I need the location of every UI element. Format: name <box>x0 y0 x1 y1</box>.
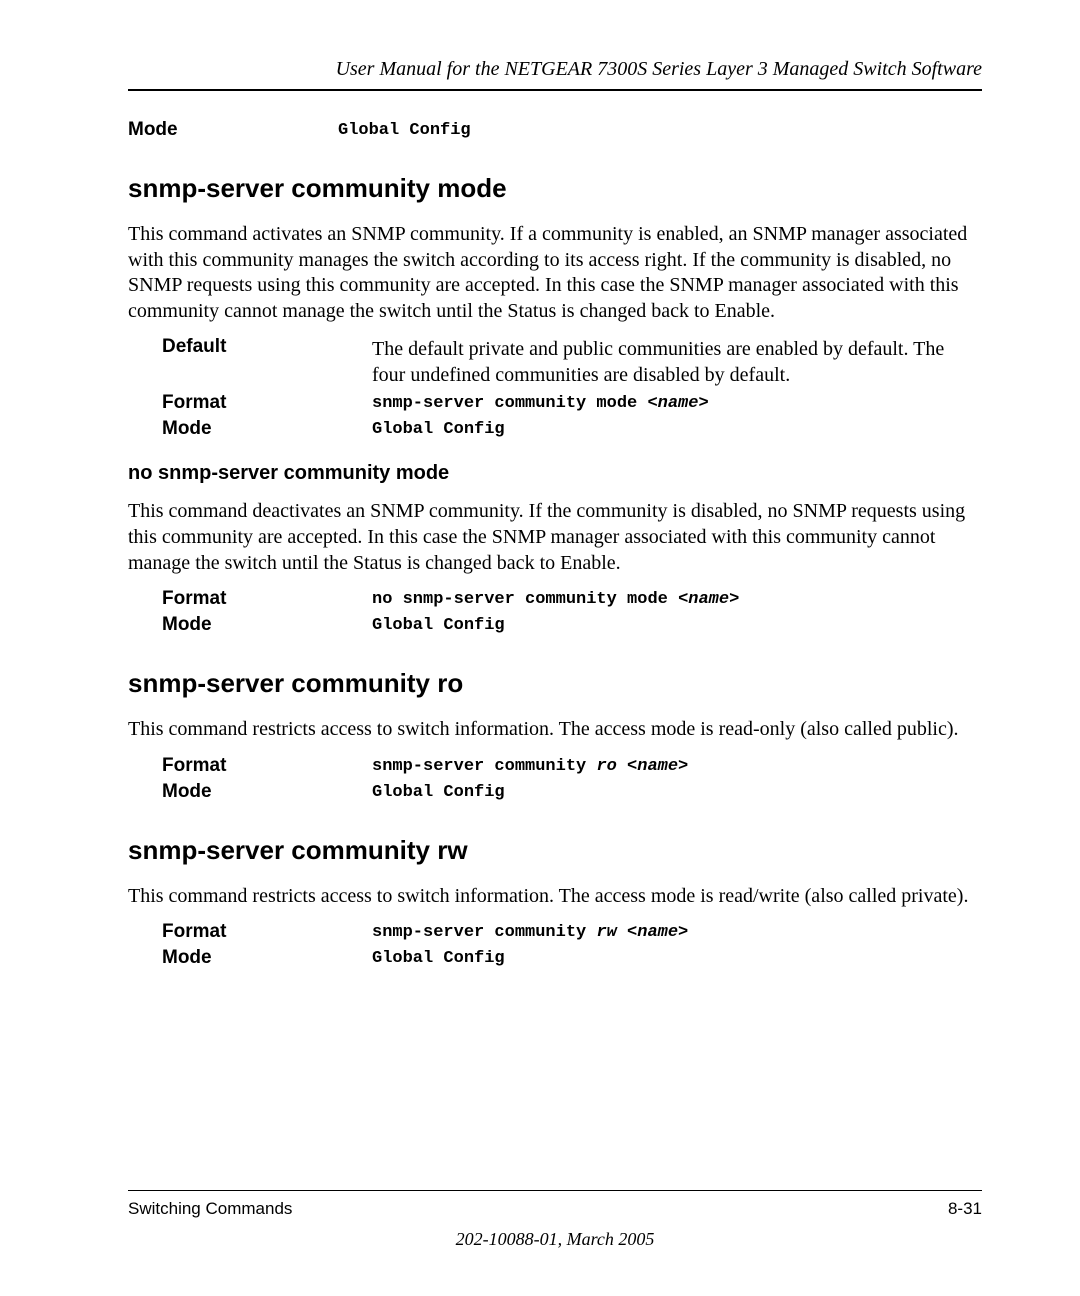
param-label-default: Default <box>162 336 372 388</box>
page-footer: Switching Commands 8-31 202-10088-01, Ma… <box>128 1190 982 1250</box>
param-row-format-s3: Format snmp-server community rw <name> <box>162 921 982 943</box>
param-row-mode-s1no: Mode Global Config <box>162 614 982 636</box>
format-cmd-s3: snmp-server community <box>372 923 596 942</box>
format-cmd: snmp-server community mode <box>372 394 647 413</box>
param-row-format: Format snmp-server community mode <name> <box>162 392 982 414</box>
param-label-mode-s1: Mode <box>162 418 372 440</box>
footer-divider <box>128 1190 982 1191</box>
section-heading-community-rw: snmp-server community rw <box>128 835 982 866</box>
param-row-mode: Mode Global Config <box>128 119 982 141</box>
param-value-format-s2: snmp-server community ro <name> <box>372 755 688 777</box>
param-row-default: Default The default private and public c… <box>162 336 982 388</box>
param-value-format: snmp-server community mode <name> <box>372 392 709 414</box>
body-text-community-mode: This command activates an SNMP community… <box>128 222 982 324</box>
param-label-mode-s3: Mode <box>162 947 372 969</box>
format-arg-s2: <name> <box>627 757 688 776</box>
param-label-format-s2: Format <box>162 755 372 777</box>
param-value-mode: Global Config <box>338 119 471 141</box>
body-text-community-rw: This command restricts access to switch … <box>128 884 982 910</box>
format-arg-s3: <name> <box>627 923 688 942</box>
param-row-mode-s3: Mode Global Config <box>162 947 982 969</box>
param-label-format-s3: Format <box>162 921 372 943</box>
param-value-format-s1no: no snmp-server community mode <name> <box>372 588 739 610</box>
footer-right: 8-31 <box>948 1199 982 1219</box>
format-arg-s1no: <name> <box>678 590 739 609</box>
format-kw-s3: rw <box>596 923 627 942</box>
param-value-default: The default private and public communiti… <box>372 336 982 388</box>
param-label-format-s1no: Format <box>162 588 372 610</box>
header-title: User Manual for the NETGEAR 7300S Series… <box>336 58 982 80</box>
param-label-format: Format <box>162 392 372 414</box>
section-heading-community-mode: snmp-server community mode <box>128 173 982 204</box>
param-row-format-s1no: Format no snmp-server community mode <na… <box>162 588 982 610</box>
param-row-format-s2: Format snmp-server community ro <name> <box>162 755 982 777</box>
section-heading-community-ro: snmp-server community ro <box>128 668 982 699</box>
param-label-mode-s1no: Mode <box>162 614 372 636</box>
param-label-mode-s2: Mode <box>162 781 372 803</box>
format-cmd-s1no: no snmp-server community mode <box>372 590 678 609</box>
format-arg: <name> <box>647 394 708 413</box>
footer-center: 202-10088-01, March 2005 <box>128 1229 982 1250</box>
param-row-mode-s1: Mode Global Config <box>162 418 982 440</box>
param-value-mode-s3: Global Config <box>372 947 505 969</box>
sub-heading-no-community-mode: no snmp-server community mode <box>128 462 982 485</box>
param-block-s1no: Format no snmp-server community mode <na… <box>162 588 982 636</box>
body-text-community-ro: This command restricts access to switch … <box>128 717 982 743</box>
page-content: User Manual for the NETGEAR 7300S Series… <box>0 0 1080 1296</box>
param-value-format-s3: snmp-server community rw <name> <box>372 921 688 943</box>
top-param-block: Mode Global Config <box>128 119 982 141</box>
param-value-mode-s1no: Global Config <box>372 614 505 636</box>
param-value-mode-s2: Global Config <box>372 781 505 803</box>
param-block-s3: Format snmp-server community rw <name> M… <box>162 921 982 969</box>
footer-row: Switching Commands 8-31 <box>128 1199 982 1219</box>
param-block-s1: Default The default private and public c… <box>162 336 982 440</box>
page-header: User Manual for the NETGEAR 7300S Series… <box>128 58 982 91</box>
format-cmd-s2: snmp-server community <box>372 757 596 776</box>
param-label-mode: Mode <box>128 119 338 141</box>
footer-left: Switching Commands <box>128 1199 292 1219</box>
param-value-mode-s1: Global Config <box>372 418 505 440</box>
format-kw-s2: ro <box>596 757 627 776</box>
param-row-mode-s2: Mode Global Config <box>162 781 982 803</box>
param-block-s2: Format snmp-server community ro <name> M… <box>162 755 982 803</box>
body-text-no-community-mode: This command deactivates an SNMP communi… <box>128 499 982 576</box>
